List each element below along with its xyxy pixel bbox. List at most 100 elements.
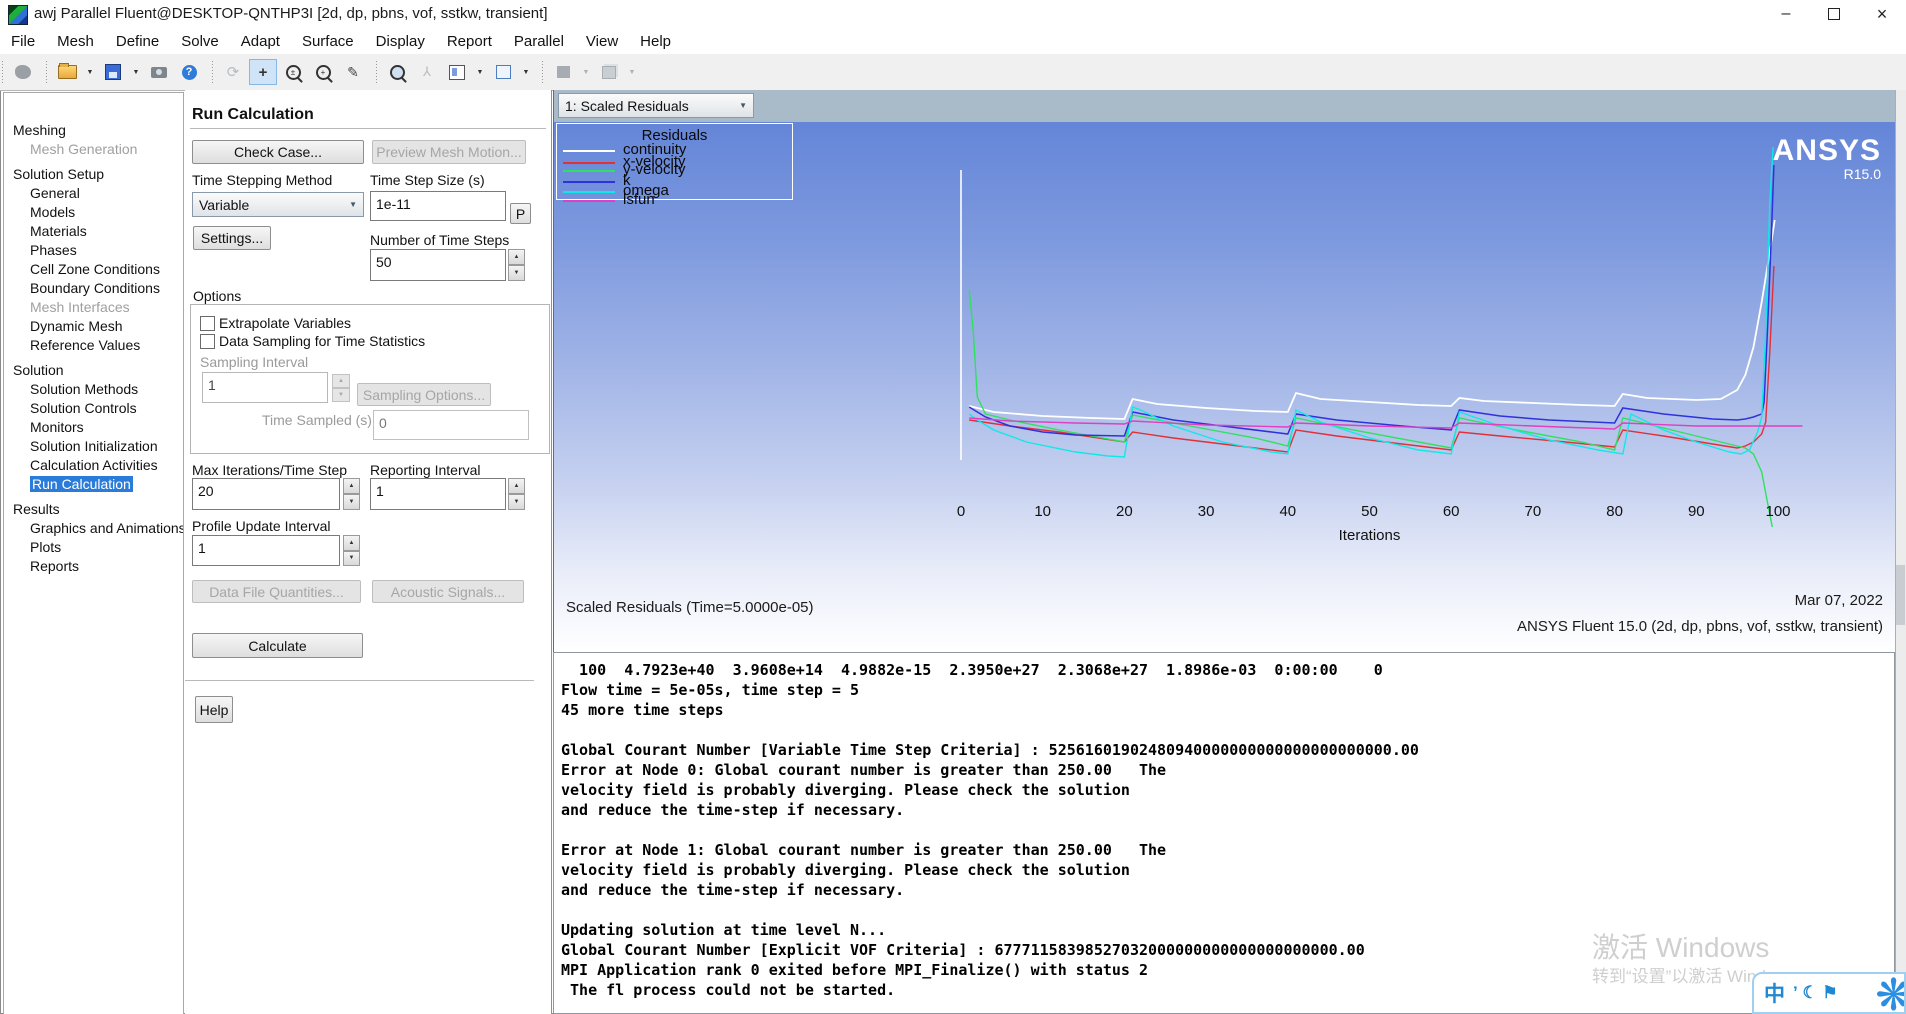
tree-item-cell-zone-conditions[interactable]: Cell Zone Conditions bbox=[4, 260, 183, 279]
window-title: awj Parallel Fluent@DESKTOP-QNTHP3I [2d,… bbox=[34, 5, 548, 22]
step-down-icon[interactable]: ▼ bbox=[343, 494, 360, 510]
tree-item-plots[interactable]: Plots bbox=[4, 538, 183, 557]
step-down-icon[interactable]: ▼ bbox=[343, 551, 360, 567]
tree-item-materials[interactable]: Materials bbox=[4, 222, 183, 241]
menu-define[interactable]: Define bbox=[105, 33, 170, 50]
save-file-icon[interactable] bbox=[99, 59, 127, 85]
menu-adapt[interactable]: Adapt bbox=[230, 33, 291, 50]
x-tick-label: 10 bbox=[1034, 503, 1051, 520]
tree-item-mesh-generation: Mesh Generation bbox=[4, 140, 183, 159]
reporting-interval-stepper[interactable]: ▲▼ bbox=[508, 478, 525, 510]
check-case-button[interactable]: Check Case... bbox=[192, 140, 364, 164]
profile-update-interval-input[interactable]: 1 bbox=[192, 535, 340, 566]
graphics-window-select[interactable]: 1: Scaled Residuals ▼ bbox=[558, 93, 754, 118]
tree-item-dynamic-mesh[interactable]: Dynamic Mesh bbox=[4, 317, 183, 336]
arrange-panels-dropdown[interactable]: ▼ bbox=[473, 59, 487, 85]
max-iterations-input[interactable]: 20 bbox=[192, 478, 340, 510]
surface-display-icon-glyph bbox=[557, 66, 570, 78]
menu-surface[interactable]: Surface bbox=[291, 33, 365, 50]
tree-item-boundary-conditions[interactable]: Boundary Conditions bbox=[4, 279, 183, 298]
menu-mesh[interactable]: Mesh bbox=[46, 33, 105, 50]
tree-item-results[interactable]: Results bbox=[4, 500, 183, 519]
menu-display[interactable]: Display bbox=[365, 33, 436, 50]
legend-swatch bbox=[563, 200, 615, 202]
number-of-time-steps-stepper[interactable]: ▲▼ bbox=[508, 249, 525, 281]
tree-item-monitors[interactable]: Monitors bbox=[4, 418, 183, 437]
number-of-time-steps-input[interactable]: 50 bbox=[370, 249, 506, 281]
tree-item-models[interactable]: Models bbox=[4, 203, 183, 222]
reporting-interval-input[interactable]: 1 bbox=[370, 478, 506, 510]
ime-status-bar: 中 ʼ ☾ ⚑ ❋ bbox=[1752, 972, 1906, 1014]
extrapolate-variables-checkbox[interactable] bbox=[200, 316, 215, 331]
step-down-icon[interactable]: ▼ bbox=[508, 494, 525, 510]
tree-item-run-calculation[interactable]: Run Calculation bbox=[4, 475, 183, 494]
ime-language-icon[interactable]: 中 bbox=[1764, 978, 1785, 1008]
view-window-dropdown[interactable]: ▼ bbox=[519, 59, 533, 85]
console-line bbox=[561, 820, 1894, 840]
profile-update-interval-stepper[interactable]: ▲▼ bbox=[343, 535, 360, 566]
run-calculation-panel: Run Calculation Check Case... Preview Me… bbox=[185, 90, 552, 1014]
step-down-icon[interactable]: ▼ bbox=[508, 265, 525, 281]
zoom-in-out-icon[interactable]: ± bbox=[279, 59, 307, 85]
restore-button[interactable] bbox=[1810, 0, 1858, 28]
time-step-size-input[interactable]: 1e-11 bbox=[370, 191, 506, 221]
pan-icon[interactable]: + bbox=[249, 59, 277, 85]
tree-item-solution-controls[interactable]: Solution Controls bbox=[4, 399, 183, 418]
plot-legend: Residuals continuityx-velocityy-velocity… bbox=[556, 123, 793, 200]
tree-item-solution-setup[interactable]: Solution Setup bbox=[4, 165, 183, 184]
toolbar-group: ▼ ▼? bbox=[44, 57, 210, 87]
tree-item-graphics-and-animations[interactable]: Graphics and Animations bbox=[4, 519, 183, 538]
menu-solve[interactable]: Solve bbox=[170, 33, 230, 50]
rotate-view-icon-glyph: ⟳ bbox=[227, 63, 240, 81]
calculate-button[interactable]: Calculate bbox=[192, 633, 363, 658]
activate-windows-watermark: 激活 Windows bbox=[1592, 926, 1769, 966]
save-file-dropdown[interactable]: ▼ bbox=[129, 59, 143, 85]
close-button[interactable]: × bbox=[1858, 0, 1906, 28]
tree-item-solution-initialization[interactable]: Solution Initialization bbox=[4, 437, 183, 456]
probe-pen-icon[interactable]: ✎ bbox=[339, 59, 367, 85]
tree-item-reports[interactable]: Reports bbox=[4, 557, 183, 576]
step-up-icon[interactable]: ▲ bbox=[343, 535, 360, 551]
menu-parallel[interactable]: Parallel bbox=[503, 33, 575, 50]
tree-item-general[interactable]: General bbox=[4, 184, 183, 203]
tree-item-phases[interactable]: Phases bbox=[4, 241, 183, 260]
minimize-button[interactable]: – bbox=[1762, 0, 1810, 28]
open-file-icon[interactable] bbox=[53, 59, 81, 85]
tree-item-solution[interactable]: Solution bbox=[4, 361, 183, 380]
vertical-scrollbar[interactable] bbox=[1895, 90, 1906, 1014]
view-window-icon[interactable] bbox=[489, 59, 517, 85]
navigation-tree: MeshingMesh Generation Solution SetupGene… bbox=[3, 92, 184, 1014]
console-line: Error at Node 0: Global courant number i… bbox=[561, 760, 1894, 780]
step-up-icon[interactable]: ▲ bbox=[508, 478, 525, 494]
p-button[interactable]: P bbox=[510, 203, 531, 224]
graphics-canvas[interactable]: 0102030405060708090100Iterations Residua… bbox=[553, 122, 1895, 652]
preview-mesh-motion-button: Preview Mesh Motion... bbox=[372, 140, 526, 164]
menu-file[interactable]: File bbox=[0, 33, 46, 50]
max-iterations-stepper[interactable]: ▲▼ bbox=[343, 478, 360, 510]
fit-to-window-icon[interactable] bbox=[383, 59, 411, 85]
help-button[interactable]: Help bbox=[195, 696, 233, 723]
tree-item-solution-methods[interactable]: Solution Methods bbox=[4, 380, 183, 399]
data-sampling-checkbox[interactable] bbox=[200, 334, 215, 349]
settings-button[interactable]: Settings... bbox=[193, 226, 271, 250]
zoom-box-icon[interactable]: + bbox=[309, 59, 337, 85]
menu-report[interactable]: Report bbox=[436, 33, 503, 50]
scrollbar-thumb[interactable] bbox=[1896, 565, 1905, 625]
divider bbox=[185, 680, 534, 681]
arrange-panels-icon[interactable] bbox=[443, 59, 471, 85]
time-stepping-method-select[interactable]: Variable ▼ bbox=[192, 192, 364, 217]
menu-view[interactable]: View bbox=[575, 33, 629, 50]
tree-item-meshing[interactable]: Meshing bbox=[4, 121, 183, 140]
ansys-logo: ANSYS R15.0 bbox=[1773, 136, 1881, 182]
step-up-icon[interactable]: ▲ bbox=[508, 249, 525, 265]
ime-tool-icons[interactable]: ʼ ☾ ⚑ bbox=[1793, 983, 1838, 1003]
tree-item-calculation-activities[interactable]: Calculation Activities bbox=[4, 456, 183, 475]
tree-item-reference-values[interactable]: Reference Values bbox=[4, 336, 183, 355]
profile-update-interval-label: Profile Update Interval bbox=[192, 518, 331, 534]
help-icon[interactable]: ? bbox=[175, 59, 203, 85]
screenshot-camera-icon[interactable] bbox=[145, 59, 173, 85]
title-bar: awj Parallel Fluent@DESKTOP-QNTHP3I [2d,… bbox=[0, 0, 1906, 29]
open-file-dropdown[interactable]: ▼ bbox=[83, 59, 97, 85]
menu-help[interactable]: Help bbox=[629, 33, 682, 50]
step-up-icon[interactable]: ▲ bbox=[343, 478, 360, 494]
